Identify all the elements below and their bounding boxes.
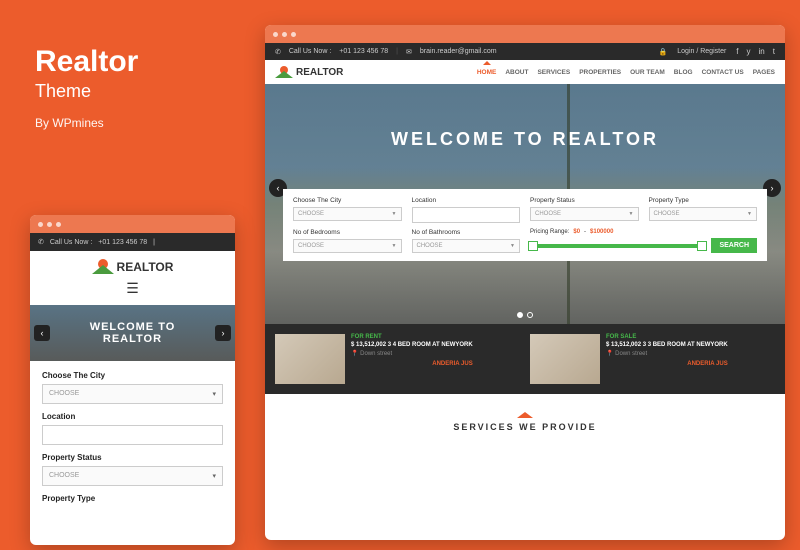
phone-number: +01 123 456 78 — [339, 48, 388, 55]
nav-pages[interactable]: PAGES — [753, 69, 775, 76]
desktop-preview: ✆ Call Us Now : +01 123 456 78 | ✉ brain… — [265, 25, 785, 540]
theme-author: By WPmines — [35, 116, 138, 130]
status-select[interactable]: CHOOSE — [530, 207, 639, 221]
logo-icon — [92, 259, 114, 274]
mobile-hero: ‹ WELCOME TOREALTOR › — [30, 305, 235, 361]
mobile-nav: REALTOR ☰ — [30, 251, 235, 305]
price-min: $0 — [573, 229, 580, 235]
location-input[interactable] — [412, 207, 521, 223]
listings: FOR RENT $ 13,512,002 3 4 BED ROOM AT NE… — [265, 324, 785, 394]
nav-blog[interactable]: BLOG — [674, 69, 693, 76]
nav-properties[interactable]: PROPERTIES — [579, 69, 621, 76]
tumblr-icon[interactable]: t — [773, 47, 775, 56]
topbar: ✆ Call Us Now : +01 123 456 78 | ✉ brain… — [265, 43, 785, 60]
mobile-topbar: ✆ Call Us Now : +01 123 456 78 | — [30, 233, 235, 251]
logo[interactable]: REALTOR — [30, 259, 235, 274]
listing-author: ANDERIA JUS — [351, 361, 473, 367]
nav-contact[interactable]: CONTACT US — [702, 69, 744, 76]
nav-about[interactable]: ABOUT — [505, 69, 528, 76]
call-label: Call Us Now : — [50, 239, 92, 246]
location-input[interactable] — [42, 425, 223, 445]
theme-sub: Theme — [35, 81, 138, 102]
next-slide-button[interactable]: › — [215, 325, 231, 341]
login-link[interactable]: Login / Register — [677, 48, 726, 55]
logo[interactable]: REALTOR — [275, 66, 343, 78]
city-select[interactable]: CHOOSE — [293, 207, 402, 221]
search-button[interactable]: SEARCH — [711, 238, 757, 253]
prev-slide-button[interactable]: ‹ — [34, 325, 50, 341]
status-label: Property Status — [530, 197, 639, 204]
city-select[interactable]: CHOOSE — [42, 384, 223, 404]
browser-chrome — [30, 215, 235, 233]
hero-title: WELCOME TOREALTOR — [90, 321, 176, 345]
listing-card[interactable]: FOR RENT $ 13,512,002 3 4 BED ROOM AT NE… — [275, 334, 520, 384]
listing-location: 📍 Down street — [351, 350, 473, 357]
mail-icon: ✉ — [406, 48, 412, 56]
slide-dots[interactable] — [517, 312, 533, 318]
navbar: REALTOR HOME ABOUT SERVICES PROPERTIES O… — [265, 60, 785, 84]
bathrooms-label: No of Bathrooms — [412, 229, 521, 236]
status-select[interactable]: CHOOSE — [42, 466, 223, 486]
location-label: Location — [412, 197, 521, 204]
location-label: Location — [42, 412, 223, 421]
bedrooms-label: No of Bedrooms — [293, 229, 402, 236]
logo-text: REALTOR — [296, 67, 343, 78]
listing-location: 📍 Down street — [606, 350, 728, 357]
status-label: Property Status — [42, 453, 223, 462]
facebook-icon[interactable]: f — [736, 47, 738, 56]
bathrooms-select[interactable]: CHOOSE — [412, 239, 521, 253]
listing-title: $ 13,512,002 3 4 BED ROOM AT NEWYORK — [351, 342, 473, 348]
nav-home[interactable]: HOME — [477, 69, 497, 76]
roof-icon — [517, 410, 533, 418]
listing-image — [530, 334, 600, 384]
nav-services[interactable]: SERVICES — [537, 69, 570, 76]
listing-image — [275, 334, 345, 384]
logo-text: REALTOR — [117, 260, 174, 274]
services-heading: SERVICES WE PROVIDE — [265, 394, 785, 436]
hamburger-icon[interactable]: ☰ — [30, 280, 235, 297]
type-select[interactable]: CHOOSE — [649, 207, 758, 221]
city-label: Choose The City — [293, 197, 402, 204]
bedrooms-select[interactable]: CHOOSE — [293, 239, 402, 253]
listing-tag: FOR SALE — [606, 334, 728, 340]
email: brain.reader@gmail.com — [420, 48, 497, 55]
linkedin-icon[interactable]: in — [759, 47, 765, 56]
theme-name: Realtor — [35, 45, 138, 79]
mobile-preview: ✆ Call Us Now : +01 123 456 78 | REALTOR… — [30, 215, 235, 545]
search-box: Choose The City CHOOSE Location Property … — [283, 189, 767, 261]
listing-title: $ 13,512,002 3 3 BED ROOM AT NEWYORK — [606, 342, 728, 348]
nav-team[interactable]: OUR TEAM — [630, 69, 665, 76]
ptype-label: Property Type — [42, 494, 223, 503]
price-slider[interactable] — [530, 244, 705, 248]
phone-icon: ✆ — [38, 238, 44, 246]
price-max: $100000 — [590, 229, 613, 235]
services-title: SERVICES WE PROVIDE — [265, 422, 785, 432]
type-label: Property Type — [649, 197, 758, 204]
call-label: Call Us Now : — [289, 48, 331, 55]
phone-icon: ✆ — [275, 48, 281, 56]
browser-chrome — [265, 25, 785, 43]
pricing-label: Pricing Range: — [530, 229, 569, 235]
logo-icon — [275, 66, 293, 78]
lock-icon: 🔒 — [659, 48, 668, 56]
listing-card[interactable]: FOR SALE $ 13,512,002 3 3 BED ROOM AT NE… — [530, 334, 775, 384]
mobile-search: Choose The City CHOOSE Location Property … — [30, 361, 235, 521]
promo-title: Realtor Theme By WPmines — [35, 45, 138, 130]
listing-tag: FOR RENT — [351, 334, 473, 340]
pricing-row: Pricing Range: $0 - $100000 — [530, 229, 757, 235]
hero-title: WELCOME TO REALTOR — [391, 129, 659, 150]
listing-author: ANDERIA JUS — [606, 361, 728, 367]
nav-links: HOME ABOUT SERVICES PROPERTIES OUR TEAM … — [477, 69, 775, 76]
phone-number: +01 123 456 78 — [98, 239, 147, 246]
city-label: Choose The City — [42, 371, 223, 380]
twitter-icon[interactable]: y — [747, 47, 751, 56]
hero: ‹ › WELCOME TO REALTOR Choose The CityCH… — [265, 84, 785, 324]
